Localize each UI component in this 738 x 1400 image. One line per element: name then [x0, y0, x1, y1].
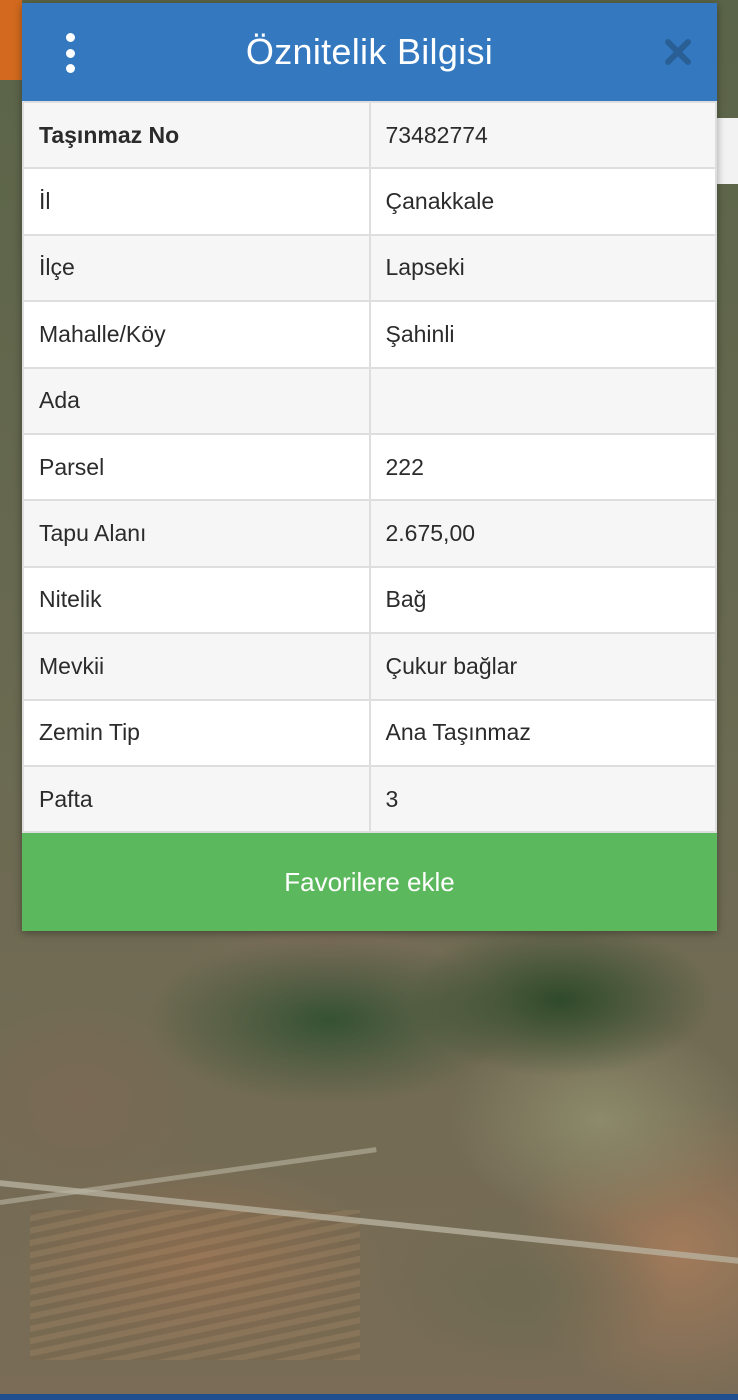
background-bottom-bar	[0, 1394, 738, 1400]
attribute-value: Bağ	[368, 565, 717, 635]
attribute-label: Parsel	[22, 432, 371, 502]
map-road	[0, 1147, 377, 1205]
table-row: İlçe Lapseki	[22, 233, 717, 303]
table-row: Parsel 222	[22, 432, 717, 502]
menu-dot	[65, 64, 75, 73]
attribute-value: Ana Taşınmaz	[368, 698, 717, 767]
map-field-texture	[30, 1210, 360, 1360]
attribute-label: Tapu Alanı	[22, 499, 371, 568]
attribute-label: Taşınmaz No	[22, 100, 371, 170]
attribute-label: İlçe	[22, 233, 371, 303]
table-row: Taşınmaz No 73482774	[22, 100, 717, 170]
background-toolbar-edge	[0, 0, 22, 80]
more-vertical-icon[interactable]	[56, 33, 84, 73]
table-row: Tapu Alanı 2.675,00	[22, 499, 717, 568]
attribute-label: Pafta	[22, 764, 371, 834]
menu-dot	[65, 33, 75, 42]
dialog-title: Öznitelik Bilgisi	[245, 31, 494, 72]
table-row: Pafta 3	[22, 764, 717, 834]
attribute-value: 3	[368, 764, 717, 834]
attribute-table: Taşınmaz No 73482774 İl Çanakkale İlçe Lapsek…	[22, 100, 717, 834]
attribute-value: Şahinli	[368, 300, 717, 369]
table-row: Nitelik Bağ	[22, 565, 717, 635]
attribute-label: Mahalle/Köy	[22, 300, 371, 369]
attribute-label: Mevkii	[22, 632, 371, 701]
attribute-value	[368, 366, 717, 435]
table-row: Mevkii Çukur bağlar	[22, 632, 717, 701]
attribute-value: Çanakkale	[368, 167, 717, 236]
dialog-header: Öznitelik Bilgisi	[22, 3, 717, 101]
attribute-value: 2.675,00	[368, 499, 717, 568]
attribute-value: 222	[368, 432, 717, 502]
attribute-label: Nitelik	[22, 565, 371, 635]
attribute-label: İl	[22, 167, 371, 236]
attribute-value: 73482774	[368, 100, 717, 170]
table-row: İl Çanakkale	[22, 167, 717, 236]
background-side-tab	[716, 118, 738, 184]
table-row: Zemin Tip Ana Taşınmaz	[22, 698, 717, 767]
table-row: Ada	[22, 366, 717, 435]
table-row: Mahalle/Köy Şahinli	[22, 300, 717, 369]
attribute-info-dialog: Öznitelik Bilgisi Taşınmaz No 73482774 İl Ç…	[22, 3, 717, 932]
attribute-value: Çukur bağlar	[368, 632, 717, 701]
menu-dot	[65, 48, 75, 58]
attribute-label: Ada	[22, 366, 371, 435]
attribute-label: Zemin Tip	[22, 698, 371, 767]
close-icon-glyph	[665, 39, 691, 65]
attribute-value: Lapseki	[368, 233, 717, 303]
close-icon[interactable]	[663, 37, 693, 67]
add-to-favorites-button[interactable]: Favorilere ekle	[22, 833, 717, 932]
